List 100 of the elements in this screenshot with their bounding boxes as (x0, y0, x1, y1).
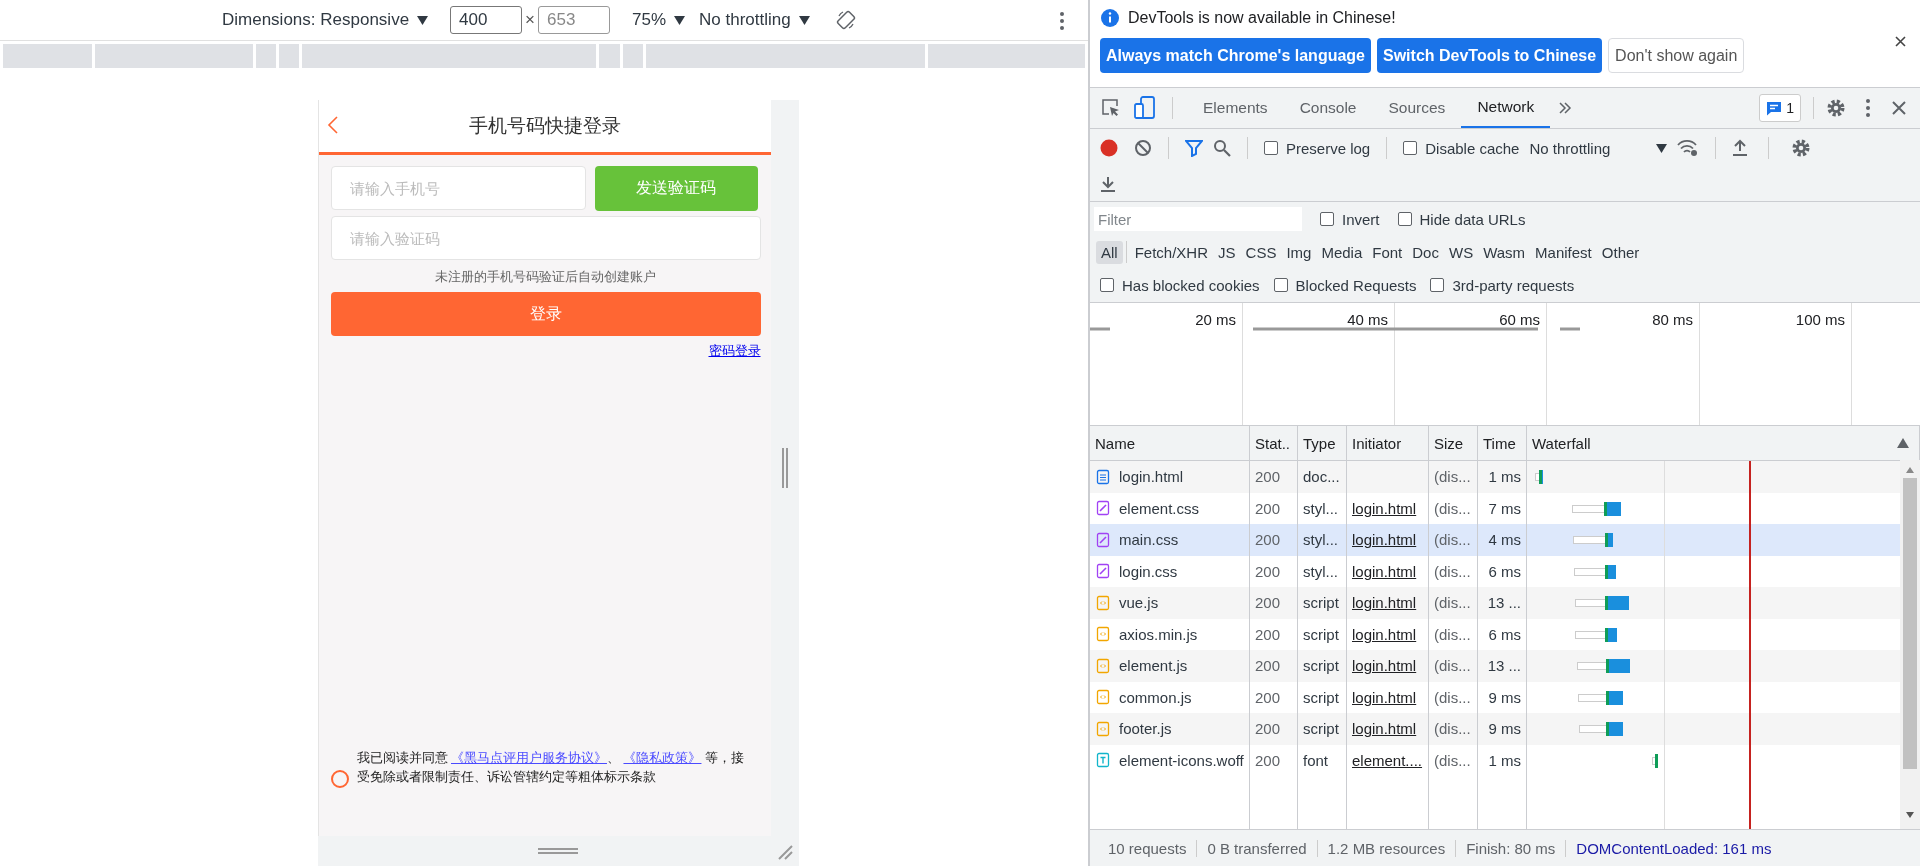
checkbox[interactable] (1320, 212, 1334, 226)
download-icon[interactable] (1100, 175, 1116, 193)
timeline-tick: 20 ms (1195, 311, 1236, 328)
zoom-dropdown[interactable]: 75% (632, 10, 686, 30)
width-field[interactable]: 400 (450, 6, 523, 34)
more-options-icon[interactable] (1866, 99, 1870, 117)
checkbox[interactable] (1397, 212, 1412, 226)
password-login-link[interactable]: 密码登录 (708, 342, 761, 360)
type-filter-tab[interactable]: Font (1367, 240, 1408, 264)
throttling-dropdown[interactable]: No throttling (1529, 139, 1668, 157)
privacy-policy-link[interactable]: 《隐私政策》 (623, 751, 702, 765)
rotate-icon[interactable] (835, 10, 856, 30)
request-name[interactable]: login.html (1119, 468, 1184, 486)
request-name[interactable]: main.css (1119, 531, 1179, 549)
search-icon[interactable] (1213, 139, 1231, 157)
sort-icon[interactable] (1897, 438, 1909, 448)
initiator-link[interactable]: login.html (1352, 594, 1417, 612)
scroll-up-icon[interactable] (1905, 466, 1915, 474)
type-filter-tab[interactable]: Manifest (1530, 240, 1597, 264)
checkbox[interactable] (1430, 278, 1445, 292)
request-name[interactable]: element.js (1119, 657, 1188, 675)
type-filter-tab[interactable]: Other (1596, 240, 1645, 264)
issues-badge[interactable]: 1 (1759, 94, 1801, 122)
dimensions-dropdown[interactable]: Dimensions: Responsive (222, 10, 429, 30)
panel-tab[interactable]: Sources (1372, 88, 1462, 128)
settings-icon[interactable] (1826, 98, 1846, 118)
column-header[interactable]: Time (1483, 434, 1516, 452)
type-filter-tab[interactable]: Fetch/XHR (1129, 240, 1214, 264)
resize-handle-icon[interactable] (538, 847, 578, 855)
initiator-link[interactable]: login.html (1352, 688, 1417, 706)
clear-icon[interactable] (1134, 139, 1152, 157)
close-icon[interactable] (1895, 36, 1906, 47)
status-cell: 200 (1255, 468, 1281, 486)
type-filter-tab[interactable]: JS (1213, 240, 1241, 264)
code-input[interactable]: 请输入验证码 (330, 216, 761, 260)
type-filter-tab[interactable]: CSS (1240, 240, 1282, 264)
scroll-down-icon[interactable] (1905, 811, 1915, 819)
request-name[interactable]: element-icons.woff (1119, 751, 1244, 769)
request-name[interactable]: footer.js (1119, 720, 1172, 738)
resize-handle-icon[interactable] (780, 448, 789, 488)
column-header[interactable]: Waterfall (1532, 434, 1591, 452)
notice-button[interactable]: Always match Chrome's language (1100, 38, 1371, 73)
script-file-icon (1095, 594, 1111, 611)
column-header[interactable]: Stat.. (1255, 434, 1291, 452)
filter-icon[interactable] (1185, 139, 1203, 157)
panel-tab[interactable]: Elements (1187, 88, 1284, 128)
throttling-dropdown[interactable]: No throttling (699, 10, 810, 30)
size-cell: (dis... (1434, 562, 1471, 580)
column-header[interactable]: Initiator (1352, 434, 1402, 452)
request-name[interactable]: element.css (1119, 499, 1200, 517)
column-header[interactable]: Name (1095, 434, 1135, 452)
initiator-link[interactable]: login.html (1352, 531, 1417, 549)
type-filter-tab[interactable]: Img (1281, 240, 1317, 264)
request-name[interactable]: common.js (1119, 688, 1192, 706)
time-cell: 4 ms (1488, 531, 1521, 549)
script-file-icon (1095, 626, 1111, 643)
initiator-link[interactable]: login.html (1352, 562, 1417, 580)
checkbox-label: Preserve log (1286, 139, 1371, 157)
status-cell: 200 (1255, 594, 1281, 612)
type-filter-tab[interactable]: Doc (1407, 240, 1444, 264)
corner-resize-icon[interactable] (776, 844, 793, 860)
checkbox[interactable] (1403, 141, 1418, 155)
column-header[interactable]: Type (1303, 434, 1336, 452)
height-field[interactable]: 653 (538, 6, 611, 34)
upload-icon[interactable] (1732, 139, 1749, 157)
phone-input[interactable]: 请输入手机号 (330, 166, 586, 210)
initiator-link[interactable]: login.html (1352, 625, 1417, 643)
initiator-link[interactable]: login.html (1352, 499, 1417, 517)
type-filter-tab[interactable]: Wasm (1478, 240, 1531, 264)
initiator-link[interactable]: login.html (1352, 657, 1417, 675)
size-cell: (dis... (1434, 688, 1471, 706)
request-name[interactable]: login.css (1119, 562, 1178, 580)
type-filter-tab[interactable]: Media (1316, 240, 1368, 264)
notice-button[interactable]: Switch DevTools to Chinese (1377, 38, 1603, 73)
service-agreement-link[interactable]: 《黑马点评用户服务协议》 (451, 751, 607, 765)
record-icon[interactable] (1100, 139, 1118, 157)
checkbox[interactable] (1264, 141, 1278, 155)
checkbox[interactable] (1100, 278, 1114, 292)
column-header[interactable]: Size (1434, 434, 1464, 452)
back-icon[interactable] (326, 115, 339, 135)
notice-button[interactable]: Don't show again (1608, 38, 1745, 73)
filter-input[interactable]: Filter (1094, 207, 1302, 231)
network-conditions-icon[interactable] (1677, 139, 1700, 157)
type-filter-tab[interactable]: WS (1443, 240, 1479, 264)
more-options-icon[interactable] (1060, 12, 1064, 30)
panel-tab[interactable]: Console (1283, 88, 1373, 128)
request-name[interactable]: axios.min.js (1119, 625, 1198, 643)
info-icon (1100, 8, 1120, 28)
type-cell: script (1303, 625, 1339, 643)
agree-radio[interactable] (330, 770, 349, 788)
close-icon[interactable] (1892, 101, 1906, 115)
device-toolbar-icon[interactable] (1134, 96, 1156, 120)
request-name[interactable]: vue.js (1119, 594, 1159, 612)
type-filter-tab[interactable]: All (1096, 240, 1123, 264)
settings-icon[interactable] (1791, 138, 1812, 158)
initiator-link[interactable]: element.... (1352, 751, 1423, 769)
scrollbar-thumb[interactable] (1903, 478, 1917, 769)
initiator-link[interactable]: login.html (1352, 720, 1417, 738)
more-tabs-icon[interactable] (1558, 102, 1573, 114)
checkbox[interactable] (1273, 278, 1288, 292)
